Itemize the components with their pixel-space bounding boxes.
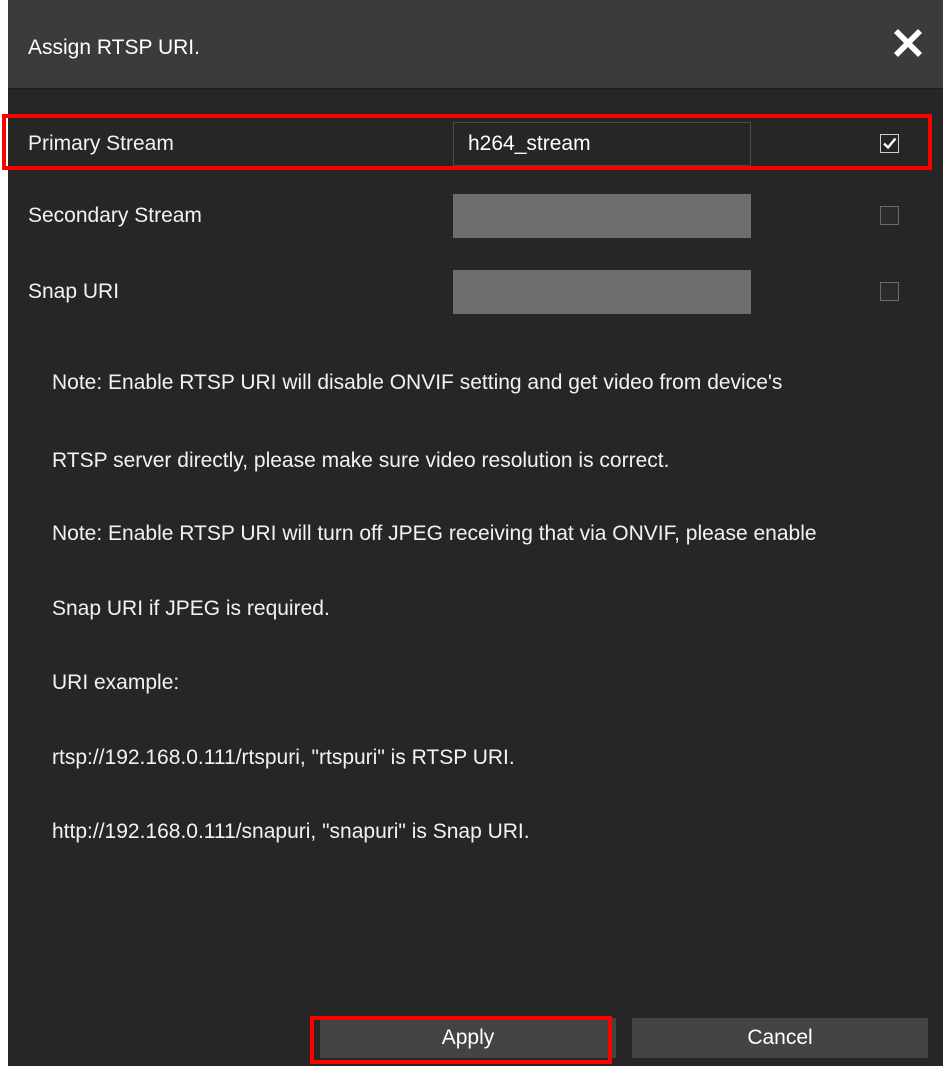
note-line: Snap URI if JPEG is required. — [52, 597, 330, 620]
cancel-button[interactable]: Cancel — [632, 1018, 928, 1058]
secondary-stream-input[interactable] — [453, 194, 751, 238]
secondary-stream-row: Secondary Stream — [8, 186, 943, 246]
note-line: Note: Enable RTSP URI will turn off JPEG… — [52, 522, 817, 545]
primary-stream-checkbox[interactable] — [880, 134, 899, 153]
secondary-stream-checkbox[interactable] — [880, 206, 899, 225]
dialog-title: Assign RTSP URI. — [28, 36, 200, 59]
snap-uri-label: Snap URI — [28, 280, 120, 303]
close-icon[interactable] — [891, 26, 925, 60]
note-line: RTSP server directly, please make sure v… — [52, 449, 670, 472]
primary-stream-input[interactable] — [453, 122, 751, 166]
secondary-stream-label: Secondary Stream — [28, 204, 202, 227]
checkmark-icon — [883, 137, 897, 150]
assign-rtsp-uri-dialog: Assign RTSP URI. Primary Stream Secondar… — [8, 0, 943, 1066]
dialog-titlebar: Assign RTSP URI. — [8, 0, 943, 89]
snap-uri-row: Snap URI — [8, 262, 943, 322]
snap-example-line: http://192.168.0.111/snapuri, "snapuri" … — [52, 820, 530, 843]
primary-stream-row: Primary Stream — [8, 114, 943, 174]
apply-button[interactable]: Apply — [320, 1018, 616, 1058]
primary-stream-label: Primary Stream — [28, 132, 174, 155]
snap-uri-checkbox[interactable] — [880, 282, 899, 301]
rtsp-example-line: rtsp://192.168.0.111/rtspuri, "rtspuri" … — [52, 746, 515, 769]
snap-uri-input[interactable] — [453, 270, 751, 314]
note-line: URI example: — [52, 671, 180, 694]
note-line: Note: Enable RTSP URI will disable ONVIF… — [52, 371, 783, 394]
